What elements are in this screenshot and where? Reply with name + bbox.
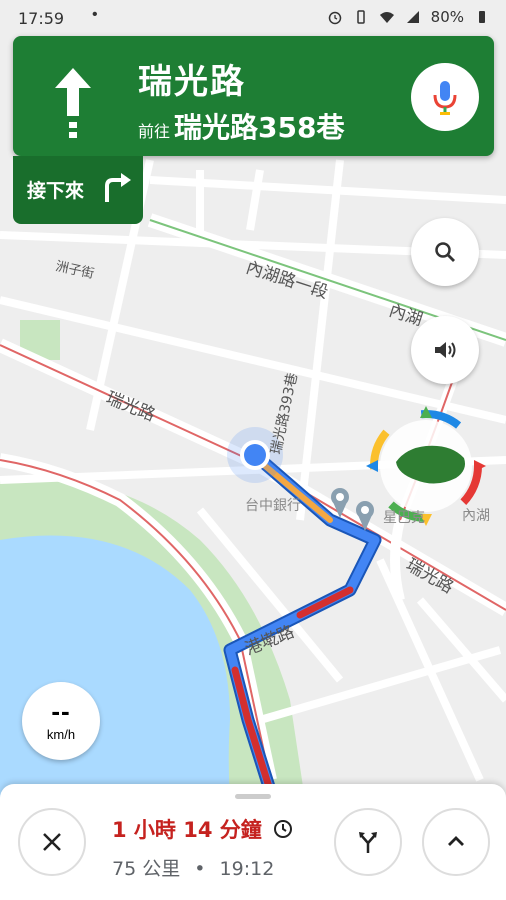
routes-icon [359,832,377,853]
toward-prefix: 前往 [138,122,171,141]
sheet-handle[interactable] [235,794,271,799]
voice-search-button[interactable] [411,63,479,131]
battery-icon [479,11,485,23]
signal-icon [406,11,419,23]
trip-separator: • [194,858,206,880]
expand-sheet-button[interactable] [422,808,490,876]
trip-details: 75 公里 • 19:12 [112,854,274,881]
close-icon [43,833,61,851]
search-button[interactable] [411,218,479,286]
exit-navigation-button[interactable] [18,808,86,876]
navigation-instruction-card[interactable]: 瑞光路 前往 瑞光路358巷 [13,36,494,156]
map-label-poi2: 星巴克 [383,510,425,526]
toward-street-name: 瑞光路358巷 [174,111,345,144]
trip-summary-sheet[interactable]: 1 小時 14 分鐘 75 公里 • 19:12 [0,784,506,900]
arrival-time: 19:12 [219,858,275,880]
next-turn-card[interactable]: 接下來 [13,156,143,224]
battery-percent: 80% [430,8,464,26]
vibrate-icon [356,10,365,24]
alternate-routes-button[interactable] [334,808,402,876]
sound-button[interactable] [411,316,479,384]
search-icon [435,242,455,262]
chevron-up-icon [448,836,464,846]
current-street: 瑞光路 [138,62,246,102]
status-bar: 17:59 • 80% [0,0,506,36]
next-turn-label: 接下來 [27,180,85,202]
speed-unit: km/h [46,727,76,742]
map-label-neihu-right2: 內湖 [462,508,490,524]
toward-street: 前往 瑞光路358巷 [138,106,344,146]
eta-duration: 1 小時 14 分鐘 [112,814,293,844]
wifi-icon [379,12,394,23]
status-time: 17:59 [18,9,65,28]
eta-text: 1 小時 14 分鐘 [112,818,262,842]
speed-value: -- [51,696,71,726]
trip-distance: 75 公里 [112,858,181,880]
status-icons: 80% [327,8,490,26]
turn-right-icon [105,173,131,202]
volume-icon [435,342,456,358]
speedometer: -- km/h [22,682,100,760]
arrow-up-icon [55,68,91,138]
status-dot: • [92,6,98,23]
alarm-icon [328,11,341,25]
map-label-bank: 台中銀行 [245,498,301,514]
traffic-info-icon [274,820,293,838]
mic-icon [433,81,457,115]
